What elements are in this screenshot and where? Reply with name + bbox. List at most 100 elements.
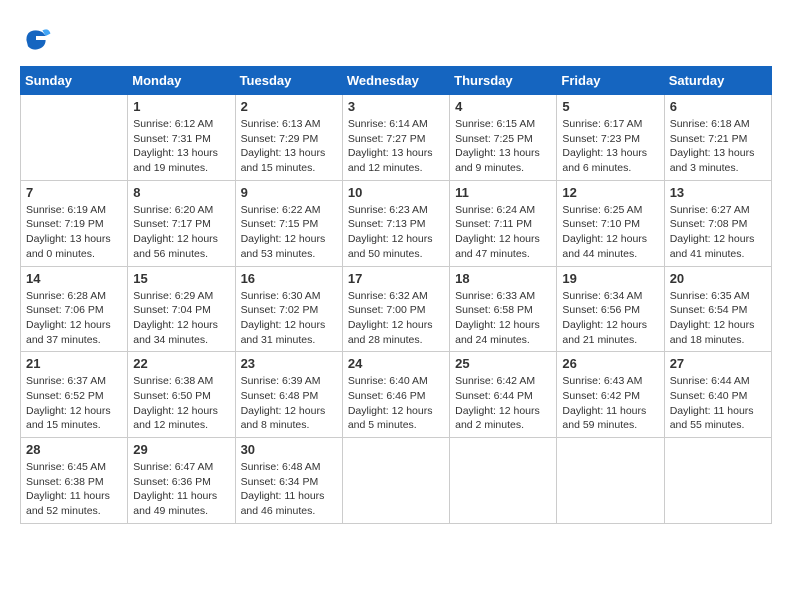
day-info: Sunrise: 6:47 AMSunset: 6:36 PMDaylight:…	[133, 460, 229, 519]
calendar-week-0: 1 Sunrise: 6:12 AMSunset: 7:31 PMDaylight…	[21, 95, 772, 181]
calendar-cell	[664, 438, 771, 524]
calendar-cell: 30 Sunrise: 6:48 AMSunset: 6:34 PMDayligh…	[235, 438, 342, 524]
day-number: 23	[241, 356, 337, 371]
calendar-cell: 26 Sunrise: 6:43 AMSunset: 6:42 PMDayligh…	[557, 352, 664, 438]
col-header-friday: Friday	[557, 67, 664, 95]
day-info: Sunrise: 6:45 AMSunset: 6:38 PMDaylight:…	[26, 460, 122, 519]
day-number: 5	[562, 99, 658, 114]
calendar-cell: 2 Sunrise: 6:13 AMSunset: 7:29 PMDaylight…	[235, 95, 342, 181]
day-info: Sunrise: 6:18 AMSunset: 7:21 PMDaylight:…	[670, 117, 766, 176]
calendar-cell: 17Sunrise: 6:32 AMSunset: 7:00 PMDayligh…	[342, 266, 449, 352]
calendar-cell: 10Sunrise: 6:23 AMSunset: 7:13 PMDayligh…	[342, 180, 449, 266]
day-number: 9	[241, 185, 337, 200]
calendar-cell: 16 Sunrise: 6:30 AMSunset: 7:02 PMDayligh…	[235, 266, 342, 352]
calendar-cell: 18 Sunrise: 6:33 AMSunset: 6:58 PMDayligh…	[450, 266, 557, 352]
day-info: Sunrise: 6:17 AMSunset: 7:23 PMDaylight:…	[562, 117, 658, 176]
day-number: 16	[241, 271, 337, 286]
calendar-cell	[450, 438, 557, 524]
day-number: 24	[348, 356, 444, 371]
day-info: Sunrise: 6:13 AMSunset: 7:29 PMDaylight:…	[241, 117, 337, 176]
day-info: Sunrise: 6:33 AMSunset: 6:58 PMDaylight:…	[455, 289, 551, 348]
logo-icon	[20, 24, 52, 56]
day-info: Sunrise: 6:24 AMSunset: 7:11 PMDaylight:…	[455, 203, 551, 262]
day-info: Sunrise: 6:35 AMSunset: 6:54 PMDaylight:…	[670, 289, 766, 348]
calendar-table: SundayMondayTuesdayWednesdayThursdayFrid…	[20, 66, 772, 524]
day-number: 2	[241, 99, 337, 114]
day-info: Sunrise: 6:40 AMSunset: 6:46 PMDaylight:…	[348, 374, 444, 433]
day-info: Sunrise: 6:14 AMSunset: 7:27 PMDaylight:…	[348, 117, 444, 176]
day-info: Sunrise: 6:39 AMSunset: 6:48 PMDaylight:…	[241, 374, 337, 433]
col-header-wednesday: Wednesday	[342, 67, 449, 95]
day-number: 15	[133, 271, 229, 286]
day-number: 7	[26, 185, 122, 200]
day-info: Sunrise: 6:23 AMSunset: 7:13 PMDaylight:…	[348, 203, 444, 262]
calendar-cell: 12 Sunrise: 6:25 AMSunset: 7:10 PMDayligh…	[557, 180, 664, 266]
day-number: 14	[26, 271, 122, 286]
day-number: 19	[562, 271, 658, 286]
calendar-cell: 5 Sunrise: 6:17 AMSunset: 7:23 PMDaylight…	[557, 95, 664, 181]
calendar-cell: 29 Sunrise: 6:47 AMSunset: 6:36 PMDayligh…	[128, 438, 235, 524]
col-header-saturday: Saturday	[664, 67, 771, 95]
day-number: 28	[26, 442, 122, 457]
calendar-cell	[342, 438, 449, 524]
day-number: 21	[26, 356, 122, 371]
day-number: 22	[133, 356, 229, 371]
day-info: Sunrise: 6:12 AMSunset: 7:31 PMDaylight:…	[133, 117, 229, 176]
calendar-week-1: 7Sunrise: 6:19 AMSunset: 7:19 PMDaylight…	[21, 180, 772, 266]
calendar-cell: 15 Sunrise: 6:29 AMSunset: 7:04 PMDayligh…	[128, 266, 235, 352]
day-info: Sunrise: 6:25 AMSunset: 7:10 PMDaylight:…	[562, 203, 658, 262]
calendar-cell: 6 Sunrise: 6:18 AMSunset: 7:21 PMDaylight…	[664, 95, 771, 181]
day-number: 30	[241, 442, 337, 457]
day-number: 6	[670, 99, 766, 114]
calendar-cell: 24 Sunrise: 6:40 AMSunset: 6:46 PMDayligh…	[342, 352, 449, 438]
day-info: Sunrise: 6:38 AMSunset: 6:50 PMDaylight:…	[133, 374, 229, 433]
day-info: Sunrise: 6:29 AMSunset: 7:04 PMDaylight:…	[133, 289, 229, 348]
day-info: Sunrise: 6:15 AMSunset: 7:25 PMDaylight:…	[455, 117, 551, 176]
calendar-cell: 27Sunrise: 6:44 AMSunset: 6:40 PMDayligh…	[664, 352, 771, 438]
day-number: 26	[562, 356, 658, 371]
calendar-cell: 28 Sunrise: 6:45 AMSunset: 6:38 PMDayligh…	[21, 438, 128, 524]
day-number: 11	[455, 185, 551, 200]
page: SundayMondayTuesdayWednesdayThursdayFrid…	[0, 0, 792, 534]
calendar-cell: 20 Sunrise: 6:35 AMSunset: 6:54 PMDayligh…	[664, 266, 771, 352]
day-number: 1	[133, 99, 229, 114]
col-header-tuesday: Tuesday	[235, 67, 342, 95]
day-info: Sunrise: 6:27 AMSunset: 7:08 PMDaylight:…	[670, 203, 766, 262]
calendar-cell: 14 Sunrise: 6:28 AMSunset: 7:06 PMDayligh…	[21, 266, 128, 352]
day-info: Sunrise: 6:42 AMSunset: 6:44 PMDaylight:…	[455, 374, 551, 433]
col-header-sunday: Sunday	[21, 67, 128, 95]
day-info: Sunrise: 6:43 AMSunset: 6:42 PMDaylight:…	[562, 374, 658, 433]
calendar-cell	[21, 95, 128, 181]
calendar-cell: 22 Sunrise: 6:38 AMSunset: 6:50 PMDayligh…	[128, 352, 235, 438]
day-number: 8	[133, 185, 229, 200]
day-number: 27	[670, 356, 766, 371]
day-number: 18	[455, 271, 551, 286]
day-number: 3	[348, 99, 444, 114]
day-number: 20	[670, 271, 766, 286]
logo	[20, 24, 56, 56]
calendar-cell: 7Sunrise: 6:19 AMSunset: 7:19 PMDaylight…	[21, 180, 128, 266]
calendar-cell: 13Sunrise: 6:27 AMSunset: 7:08 PMDayligh…	[664, 180, 771, 266]
calendar-cell: 19 Sunrise: 6:34 AMSunset: 6:56 PMDayligh…	[557, 266, 664, 352]
calendar-cell	[557, 438, 664, 524]
calendar-week-4: 28 Sunrise: 6:45 AMSunset: 6:38 PMDayligh…	[21, 438, 772, 524]
header	[20, 20, 772, 56]
day-number: 4	[455, 99, 551, 114]
calendar-header-row: SundayMondayTuesdayWednesdayThursdayFrid…	[21, 67, 772, 95]
day-info: Sunrise: 6:30 AMSunset: 7:02 PMDaylight:…	[241, 289, 337, 348]
calendar-cell: 3 Sunrise: 6:14 AMSunset: 7:27 PMDaylight…	[342, 95, 449, 181]
day-info: Sunrise: 6:22 AMSunset: 7:15 PMDaylight:…	[241, 203, 337, 262]
day-number: 17	[348, 271, 444, 286]
day-info: Sunrise: 6:20 AMSunset: 7:17 PMDaylight:…	[133, 203, 229, 262]
day-number: 25	[455, 356, 551, 371]
day-info: Sunrise: 6:34 AMSunset: 6:56 PMDaylight:…	[562, 289, 658, 348]
calendar-cell: 21Sunrise: 6:37 AMSunset: 6:52 PMDayligh…	[21, 352, 128, 438]
day-number: 12	[562, 185, 658, 200]
calendar-cell: 4 Sunrise: 6:15 AMSunset: 7:25 PMDaylight…	[450, 95, 557, 181]
day-info: Sunrise: 6:28 AMSunset: 7:06 PMDaylight:…	[26, 289, 122, 348]
calendar-cell: 1 Sunrise: 6:12 AMSunset: 7:31 PMDaylight…	[128, 95, 235, 181]
day-number: 29	[133, 442, 229, 457]
calendar-week-3: 21Sunrise: 6:37 AMSunset: 6:52 PMDayligh…	[21, 352, 772, 438]
day-info: Sunrise: 6:48 AMSunset: 6:34 PMDaylight:…	[241, 460, 337, 519]
col-header-monday: Monday	[128, 67, 235, 95]
